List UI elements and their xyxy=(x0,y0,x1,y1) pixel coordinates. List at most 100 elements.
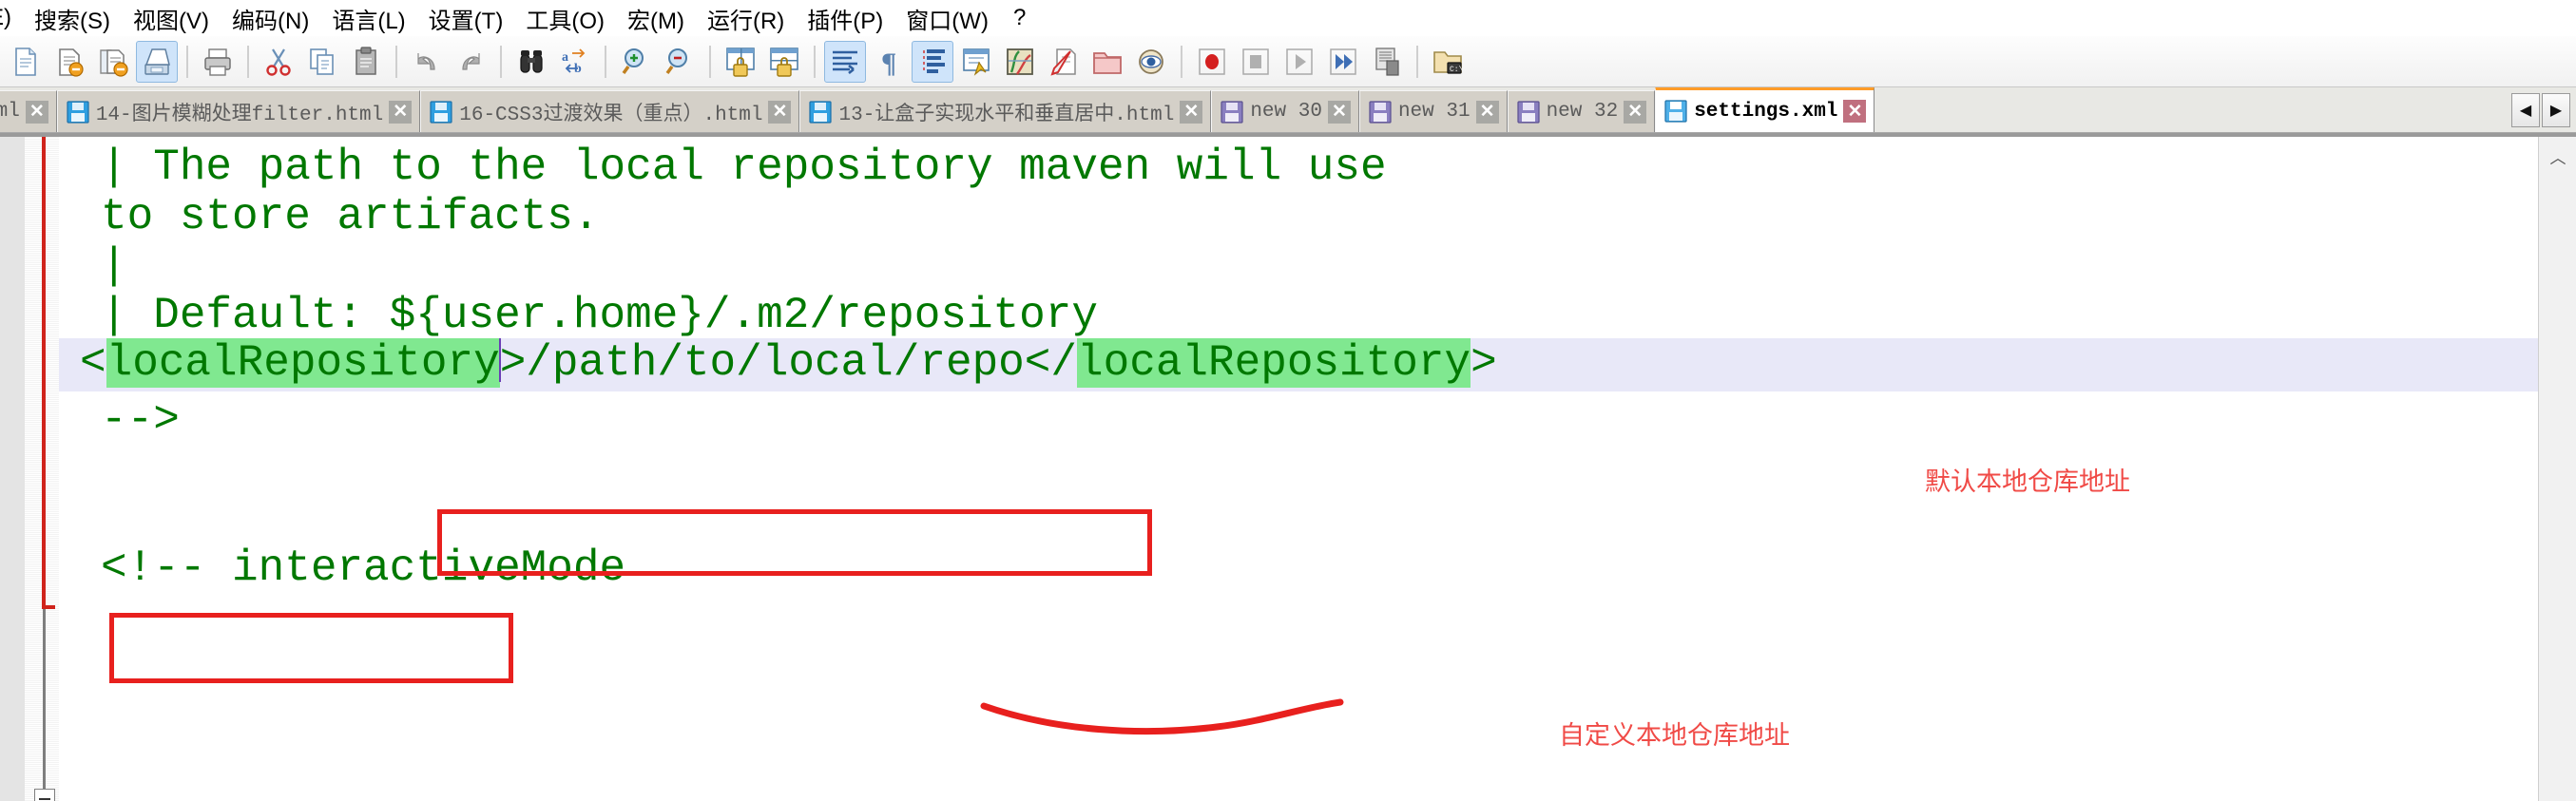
ui-preview-icon[interactable] xyxy=(955,41,997,83)
tab-css3-transition-html[interactable]: 16-CSS3过渡效果（重点）.html ✕ xyxy=(420,90,800,132)
code-line-comment-1: | The path to the local repository maven… xyxy=(101,143,1387,192)
tab-label: 13-让盒子实现水平和垂直居中.html xyxy=(838,104,1175,126)
code-line-comment-2: to store artifacts. xyxy=(101,192,600,241)
menu-item-encoding[interactable]: 编码(N) xyxy=(221,0,320,36)
code-tag-value: /path/to/local/repo xyxy=(526,338,1025,388)
sync-vertical-icon[interactable] xyxy=(720,41,761,83)
code-end-bracket: > xyxy=(1471,338,1497,388)
toolbar-separator xyxy=(395,45,397,78)
zoom-out-icon[interactable] xyxy=(659,41,701,83)
indent-guide-icon[interactable] xyxy=(912,40,953,83)
code-open-bracket: < xyxy=(80,338,106,388)
tab-close-icon[interactable]: ✕ xyxy=(389,100,413,124)
zoom-in-icon[interactable] xyxy=(615,41,657,83)
stop-macro-icon[interactable] xyxy=(1235,41,1277,83)
saved-file-icon xyxy=(808,100,833,124)
code-line-localrepository[interactable]: <localRepository>/path/to/local/repo</lo… xyxy=(59,338,2538,391)
tab-label: new 32 xyxy=(1546,101,1619,123)
toolbar-separator xyxy=(605,45,606,78)
redo-icon[interactable] xyxy=(450,41,491,83)
tab-label: new 31 xyxy=(1397,101,1471,123)
editor-area[interactable]: | The path to the local repository maven… xyxy=(0,133,2576,801)
copy-icon[interactable] xyxy=(301,41,343,83)
replace-icon[interactable]: a b xyxy=(554,41,596,83)
menu-item-tools[interactable]: 工具(O) xyxy=(514,0,616,36)
folder-workspace-icon[interactable] xyxy=(1086,41,1128,83)
tab-nav-group: ◀ ▶ xyxy=(2509,91,2570,129)
document-map-icon[interactable] xyxy=(999,41,1041,83)
tab-new-30[interactable]: new 30 ✕ xyxy=(1211,90,1359,132)
saved-file-icon xyxy=(1663,99,1688,124)
fold-margin[interactable] xyxy=(0,137,59,801)
tab-label: new 30 xyxy=(1250,101,1322,123)
paste-icon[interactable] xyxy=(345,41,387,83)
menu-item-view[interactable]: 视图(V) xyxy=(122,0,221,36)
tab-scroll-left-button[interactable]: ◀ xyxy=(2511,93,2540,127)
menu-item-search[interactable]: 搜索(S) xyxy=(23,0,122,36)
save-file-icon[interactable] xyxy=(92,41,134,83)
cut-icon[interactable] xyxy=(258,41,299,83)
show-all-chars-icon[interactable]: ¶ xyxy=(868,41,910,83)
menu-item-help[interactable]: ? xyxy=(1000,3,1039,33)
tab-close-icon[interactable]: ✕ xyxy=(1180,100,1203,124)
menu-item-window[interactable]: 窗口(W) xyxy=(894,0,1000,36)
fold-line xyxy=(43,609,46,790)
menu-item-language[interactable]: 语言(L) xyxy=(320,0,416,36)
unsaved-file-icon xyxy=(1220,100,1244,124)
sync-horizontal-icon[interactable] xyxy=(763,41,805,83)
annotation-label-custom-repo: 自定义本地仓库地址 xyxy=(1559,721,1790,750)
code-end-tag-name: localRepository xyxy=(1077,338,1471,388)
annotation-underline-squiggle xyxy=(980,698,1344,735)
menu-item-settings[interactable]: 设置(T) xyxy=(417,0,515,36)
scrollbar-thumb[interactable] xyxy=(2541,179,2573,312)
tab-filter-html[interactable]: 14-图片模糊处理filter.html ✕ xyxy=(56,90,421,132)
code-default-path: ${user.home}/.m2/repository xyxy=(389,291,1098,340)
open-file-icon[interactable] xyxy=(48,41,90,83)
save-all-icon[interactable] xyxy=(136,40,178,83)
tab-label: settings.xml xyxy=(1694,100,1838,123)
tab-center-box-html[interactable]: 13-让盒子实现水平和垂直居中.html ✕ xyxy=(799,90,1212,132)
scroll-up-arrow-icon[interactable]: ︿ xyxy=(2539,137,2576,175)
play-multiple-icon[interactable] xyxy=(1322,41,1364,83)
run-icon[interactable]: C:\ xyxy=(1427,41,1469,83)
tab-close-icon[interactable]: ✕ xyxy=(1475,100,1499,124)
code-default-prefix: | Default: xyxy=(101,291,390,340)
record-macro-icon[interactable] xyxy=(1191,41,1233,83)
code-end-open: </ xyxy=(1024,338,1078,388)
vertical-scrollbar[interactable]: ︿ xyxy=(2538,137,2576,801)
tab-clipped[interactable]: tml ✕ xyxy=(0,90,57,132)
new-file-icon[interactable] xyxy=(5,41,47,83)
saved-file-icon xyxy=(66,100,90,124)
undo-icon[interactable] xyxy=(406,41,448,83)
tab-settings-xml[interactable]: settings.xml ✕ xyxy=(1655,87,1875,132)
word-wrap-icon[interactable] xyxy=(824,40,866,83)
toolbar-separator xyxy=(814,45,816,78)
tab-close-icon[interactable]: ✕ xyxy=(1843,100,1867,123)
menu-item-run[interactable]: 运行(R) xyxy=(696,0,796,36)
code-line-default: | Default: ${user.home}/.m2/repository xyxy=(59,291,2538,340)
toolbar-separator xyxy=(1416,45,1418,78)
find-icon[interactable] xyxy=(510,41,552,83)
save-macro-icon[interactable] xyxy=(1366,41,1408,83)
fold-collapse-box[interactable] xyxy=(34,789,55,801)
tab-scroll-right-button[interactable]: ▶ xyxy=(2542,93,2570,127)
code-line-comment-end: --> xyxy=(101,395,180,445)
menu-item-file[interactable]: E) xyxy=(0,3,23,33)
tab-close-icon[interactable]: ✕ xyxy=(1624,100,1647,124)
tab-label: 16-CSS3过渡效果（重点）.html xyxy=(459,104,763,126)
tab-close-icon[interactable]: ✕ xyxy=(25,100,48,124)
code-line-interactive-mode: <!-- interactiveMode xyxy=(101,544,626,593)
saved-file-icon xyxy=(429,100,453,124)
play-macro-icon[interactable] xyxy=(1278,41,1320,83)
monitor-icon[interactable] xyxy=(1130,41,1172,83)
print-icon[interactable] xyxy=(197,41,239,83)
toolbar-separator xyxy=(1181,45,1182,78)
tab-new-31[interactable]: new 31 ✕ xyxy=(1358,90,1508,132)
tab-close-icon[interactable]: ✕ xyxy=(1327,100,1351,124)
tab-new-32[interactable]: new 32 ✕ xyxy=(1507,90,1656,132)
menu-item-plugins[interactable]: 插件(P) xyxy=(796,0,894,36)
annotation-label-default-repo: 默认本地仓库地址 xyxy=(1925,467,2130,496)
function-list-icon[interactable] xyxy=(1043,41,1085,83)
menu-item-macro[interactable]: 宏(M) xyxy=(616,0,696,36)
tab-close-icon[interactable]: ✕ xyxy=(768,100,792,124)
